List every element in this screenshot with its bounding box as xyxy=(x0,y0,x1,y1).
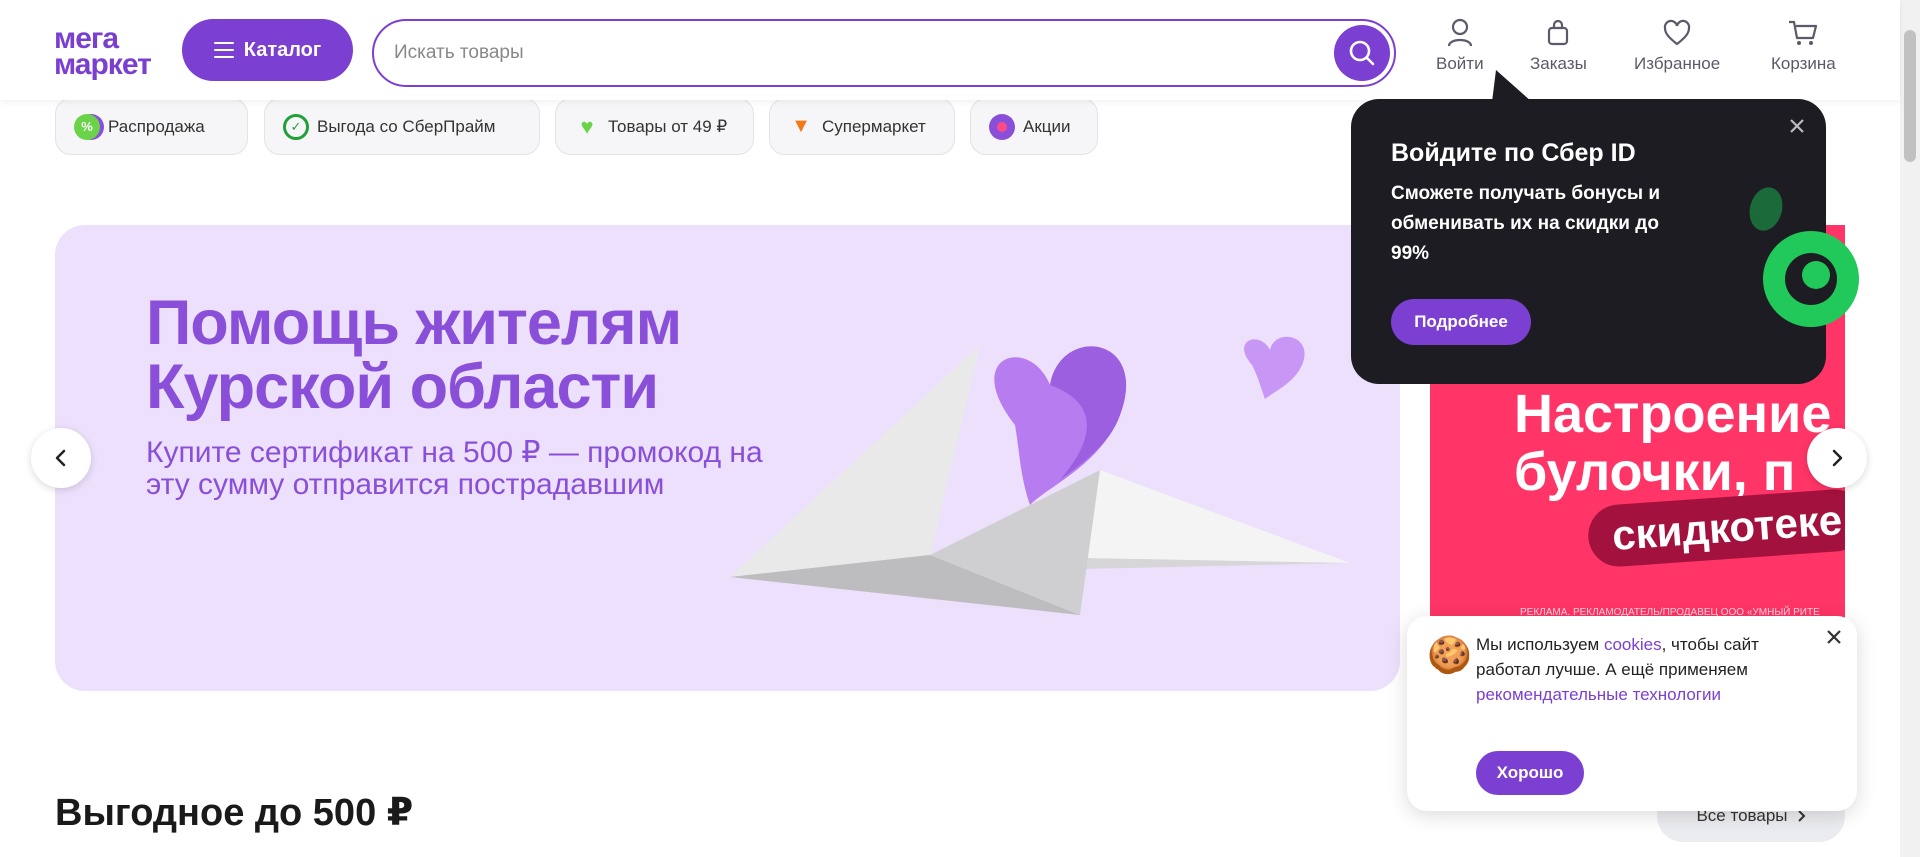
megamarket-logo[interactable]: мега маркет xyxy=(54,24,169,81)
tooltip-close-button[interactable] xyxy=(1788,117,1806,140)
nav-favorites[interactable]: Избранное xyxy=(1634,18,1720,74)
chip-sale[interactable]: % Распродажа xyxy=(55,98,248,155)
close-icon xyxy=(1827,630,1841,644)
cookies-link[interactable]: cookies xyxy=(1604,635,1662,654)
promo2-headline: Настроение булочки, п xyxy=(1514,384,1832,502)
cookie-text: Мы используем cookies, чтобы сайт работа… xyxy=(1476,635,1759,704)
tooltip-more-button[interactable]: Подробнее xyxy=(1391,299,1531,345)
chip-label: Товары от 49 ₽ xyxy=(608,116,728,136)
main-banner[interactable]: Помощь жителям Курской области Купите се… xyxy=(55,225,1400,691)
search-input[interactable] xyxy=(394,35,1294,71)
chip-label: Акции xyxy=(1023,116,1071,136)
tooltip-tail xyxy=(1492,70,1532,102)
chip-sberprime[interactable]: ✓ Выгода со СберПрайм xyxy=(264,98,540,155)
chip-promos[interactable]: Акции xyxy=(970,98,1098,155)
bag-icon xyxy=(1548,19,1569,46)
chevron-right-icon xyxy=(1797,810,1805,822)
chip-label: Супермаркет xyxy=(822,116,926,136)
banner-title: Помощь жителям Курской области xyxy=(146,288,682,422)
heart-icon: ♥ xyxy=(580,113,594,139)
catalog-button[interactable]: Каталог xyxy=(182,19,353,81)
heart-outline-icon xyxy=(1663,19,1691,46)
scrollbar-thumb[interactable] xyxy=(1904,30,1916,162)
search-button[interactable] xyxy=(1334,25,1390,81)
search-icon xyxy=(1349,40,1375,66)
menu-icon xyxy=(213,42,234,58)
nav-login[interactable]: Войти xyxy=(1436,18,1484,74)
nav-login-label: Войти xyxy=(1436,54,1484,73)
tooltip-text: Сможете получать бонусы и обменивать их … xyxy=(1391,183,1661,264)
chip-from-49[interactable]: ♥ Товары от 49 ₽ xyxy=(555,98,754,155)
paper-plane-illustration xyxy=(730,336,1350,615)
recommend-tech-link[interactable]: рекомендательные технологии xyxy=(1476,685,1721,704)
carousel-next-button[interactable] xyxy=(1807,428,1867,488)
carousel-prev-button[interactable] xyxy=(31,428,91,488)
cookie-close-button[interactable] xyxy=(1825,628,1843,651)
catalog-label: Каталог xyxy=(243,38,322,61)
nav-cart-label: Корзина xyxy=(1771,54,1836,73)
user-icon xyxy=(1447,18,1472,47)
nav-orders[interactable]: Заказы xyxy=(1530,18,1587,74)
chip-label: Распродажа xyxy=(108,116,205,136)
cookie-icon: 🍪 xyxy=(1427,634,1472,675)
nav-orders-label: Заказы xyxy=(1530,54,1587,73)
banner-subtitle: Купите сертификат на 500 ₽ — промокод на… xyxy=(146,436,763,501)
site-header: мега маркет Каталог Войти Заказы Избранн… xyxy=(0,0,1900,100)
nav-favorites-label: Избранное xyxy=(1634,54,1721,73)
close-icon xyxy=(1790,119,1804,133)
fire-icon xyxy=(989,113,1015,140)
tooltip-title: Войдите по Сбер ID xyxy=(1391,139,1636,167)
carrot-icon: ▼ xyxy=(791,115,811,137)
chevron-left-icon xyxy=(55,449,66,467)
sber-logo-icon xyxy=(1749,187,1859,327)
search-bar xyxy=(372,19,1396,87)
nav-cart[interactable]: Корзина xyxy=(1771,18,1836,74)
cookie-accept-button[interactable]: Хорошо xyxy=(1476,751,1584,795)
page-scrollbar[interactable] xyxy=(1900,0,1920,857)
sber-id-tooltip: Войдите по Сбер ID Сможете получать бону… xyxy=(1351,99,1859,384)
chip-label: Выгода со СберПрайм xyxy=(317,116,496,136)
cookie-consent: 🍪 Мы используем cookies, чтобы сайт рабо… xyxy=(1407,616,1857,811)
chip-supermarket[interactable]: ▼ Супермаркет xyxy=(769,98,955,155)
chevron-right-icon xyxy=(1832,449,1843,467)
percent-icon: % xyxy=(74,113,100,140)
logo-line-2: маркет xyxy=(54,48,152,81)
check-icon: ✓ xyxy=(283,113,309,140)
section-title: Выгодное до 500 ₽ xyxy=(55,792,414,834)
cart-icon xyxy=(1789,20,1818,45)
